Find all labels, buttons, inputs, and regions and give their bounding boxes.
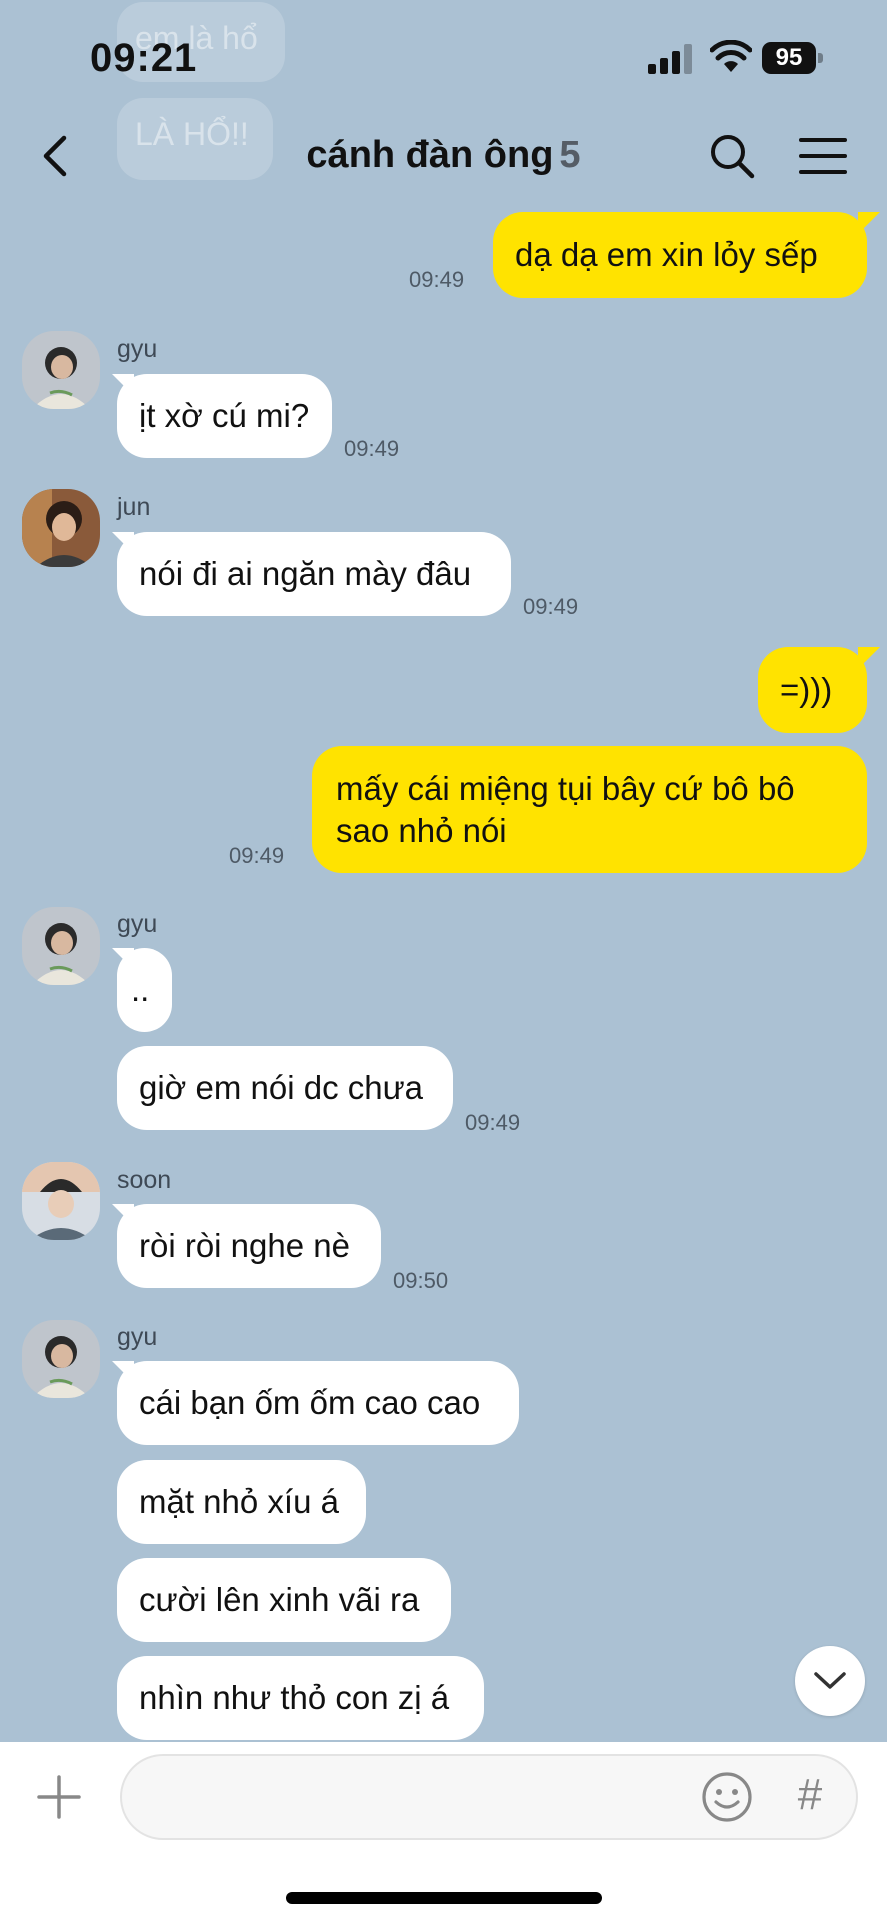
message-time: 09:49 bbox=[465, 1110, 521, 1135]
sender-name: gyu bbox=[117, 910, 158, 938]
message-bubble-outgoing[interactable]: dạ dạ em xin lỏy sếp bbox=[493, 212, 867, 298]
search-button[interactable] bbox=[706, 130, 758, 182]
message-bubble-incoming[interactable]: cười lên xinh vãi ra bbox=[117, 1558, 451, 1642]
message-time: 09:49 bbox=[409, 267, 465, 292]
home-indicator bbox=[286, 1892, 602, 1904]
sender-name: jun bbox=[117, 493, 151, 521]
chat-title-text: cánh đàn ông bbox=[306, 134, 554, 176]
smiley-icon bbox=[702, 1772, 752, 1822]
sender-name: gyu bbox=[117, 335, 158, 363]
chevron-down-icon bbox=[814, 1672, 846, 1689]
message-bubble-incoming[interactable]: nói đi ai ngăn mày đâu bbox=[117, 532, 511, 616]
cellular-signal-icon bbox=[648, 44, 692, 74]
battery-icon: 95 bbox=[762, 42, 824, 74]
message-time: 09:49 bbox=[344, 436, 400, 461]
message-bubble-incoming[interactable]: .. bbox=[117, 948, 172, 1032]
message-bubble-incoming[interactable]: cái bạn ốm ốm cao cao bbox=[117, 1361, 519, 1445]
message-time: 09:49 bbox=[523, 594, 579, 619]
avatar-gyu[interactable] bbox=[22, 331, 100, 409]
hashtag-button[interactable]: # bbox=[790, 1768, 830, 1822]
sender-name: gyu bbox=[117, 1323, 158, 1351]
hamburger-menu-icon bbox=[799, 138, 847, 174]
message-bubble-incoming[interactable]: ịt xờ cú mi? bbox=[117, 374, 332, 458]
scroll-to-bottom-button[interactable] bbox=[795, 1646, 865, 1716]
wifi-icon bbox=[710, 40, 752, 72]
battery-level: 95 bbox=[762, 42, 816, 74]
avatar-soon[interactable] bbox=[22, 1162, 100, 1240]
member-count: 5 bbox=[559, 134, 581, 176]
sender-name: soon bbox=[117, 1166, 172, 1194]
status-time: 09:21 bbox=[90, 36, 198, 80]
message-bubble-incoming[interactable]: giờ em nói dc chưa bbox=[117, 1046, 453, 1130]
bubble-tail bbox=[858, 212, 880, 234]
emoji-button[interactable] bbox=[700, 1770, 754, 1824]
attach-button[interactable] bbox=[34, 1772, 84, 1822]
message-bubble-outgoing[interactable]: mấy cái miệng tụi bây cứ bô bô sao nhỏ n… bbox=[312, 746, 867, 873]
message-time: 09:50 bbox=[393, 1268, 449, 1293]
message-bubble-incoming[interactable]: ròi ròi nghe nè bbox=[117, 1204, 381, 1288]
message-bubble-incoming[interactable]: nhìn như thỏ con zị á bbox=[117, 1656, 484, 1740]
message-bubble-incoming[interactable]: mặt nhỏ xíu á bbox=[117, 1460, 366, 1544]
avatar-jun[interactable] bbox=[22, 489, 100, 567]
status-bar: 09:21 95 bbox=[0, 0, 887, 110]
menu-button[interactable] bbox=[797, 134, 849, 178]
chat-header: cánh đàn ông 5 bbox=[0, 110, 887, 202]
bubble-tail bbox=[858, 647, 880, 669]
message-time: 09:49 bbox=[229, 843, 285, 868]
message-input-bar: # bbox=[0, 1742, 887, 1920]
avatar-gyu[interactable] bbox=[22, 1320, 100, 1398]
search-icon bbox=[711, 135, 755, 179]
plus-icon bbox=[37, 1775, 81, 1819]
message-bubble-outgoing[interactable]: =))) bbox=[758, 647, 867, 733]
avatar-gyu[interactable] bbox=[22, 907, 100, 985]
